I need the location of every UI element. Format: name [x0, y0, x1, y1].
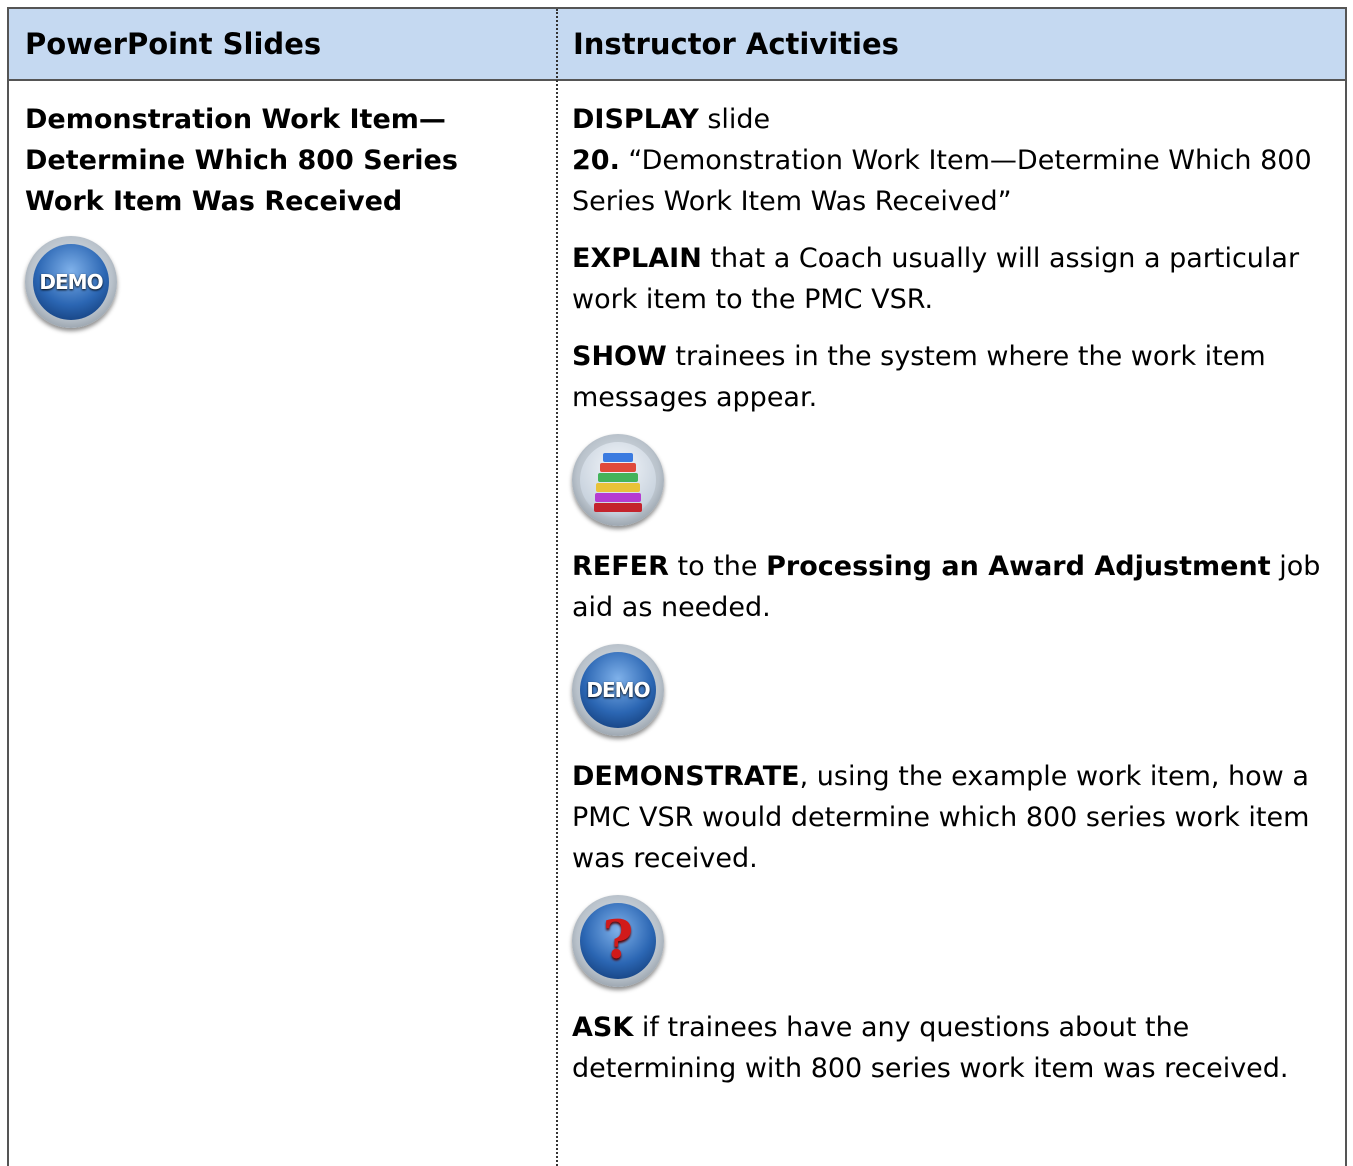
- ask-verb: ASK: [572, 1012, 634, 1043]
- slide-title: Demonstration Work Item— Determine Which…: [25, 99, 525, 222]
- books-icon-wrap: [572, 434, 1342, 530]
- question-mark-glyph: ?: [602, 910, 634, 971]
- slide-number: 20.: [572, 145, 620, 176]
- demo-icon-label: DEMO: [39, 270, 103, 294]
- demo-icon-wrap: DEMO: [572, 644, 1342, 740]
- slide-title-line-1: Demonstration Work Item—: [25, 104, 446, 135]
- ask-rest: if trainees have any questions about the…: [572, 1012, 1289, 1084]
- refer-instruction: REFER to the Processing an Award Adjustm…: [572, 546, 1342, 628]
- display-verb: DISPLAY: [572, 104, 699, 135]
- slide-title-line-2: Determine Which 800 Series: [25, 145, 458, 176]
- table-header-row: PowerPoint Slides Instructor Activities: [9, 9, 1345, 81]
- slide-reference-title: “Demonstration Work Item—Determine Which…: [572, 145, 1312, 217]
- demo-icon: DEMO: [572, 644, 664, 736]
- show-verb: SHOW: [572, 341, 667, 372]
- ask-instruction: ASK if trainees have any questions about…: [572, 1007, 1342, 1089]
- slide-title-line-3: Work Item Was Received: [25, 186, 403, 217]
- column-divider: [556, 9, 558, 1166]
- display-instruction: DISPLAY slide 20. “Demonstration Work It…: [572, 99, 1342, 222]
- question-icon: ?: [572, 895, 664, 987]
- explain-instruction: EXPLAIN that a Coach usually will assign…: [572, 238, 1342, 320]
- refer-mid: to the: [668, 551, 767, 582]
- job-aid-name: Processing an Award Adjustment: [766, 551, 1271, 582]
- activities-cell: DISPLAY slide 20. “Demonstration Work It…: [572, 99, 1342, 1105]
- lesson-table: PowerPoint Slides Instructor Activities …: [7, 7, 1347, 1166]
- show-instruction: SHOW trainees in the system where the wo…: [572, 336, 1342, 418]
- header-powerpoint-slides: PowerPoint Slides: [25, 27, 322, 61]
- explain-verb: EXPLAIN: [572, 243, 702, 274]
- demonstrate-verb: DEMONSTRATE: [572, 761, 800, 792]
- demonstrate-instruction: DEMONSTRATE, using the example work item…: [572, 756, 1342, 879]
- show-rest: trainees in the system where the work it…: [572, 341, 1266, 413]
- demo-icon: DEMO: [25, 236, 117, 328]
- job-aid-books-icon: [572, 434, 664, 526]
- refer-verb: REFER: [572, 551, 669, 582]
- display-rest: slide: [698, 104, 771, 135]
- header-instructor-activities: Instructor Activities: [573, 27, 899, 61]
- books-stack-graphic: [593, 452, 643, 512]
- question-icon-wrap: ?: [572, 895, 1342, 991]
- slides-cell: Demonstration Work Item— Determine Which…: [25, 99, 525, 328]
- demo-icon-label: DEMO: [586, 678, 650, 702]
